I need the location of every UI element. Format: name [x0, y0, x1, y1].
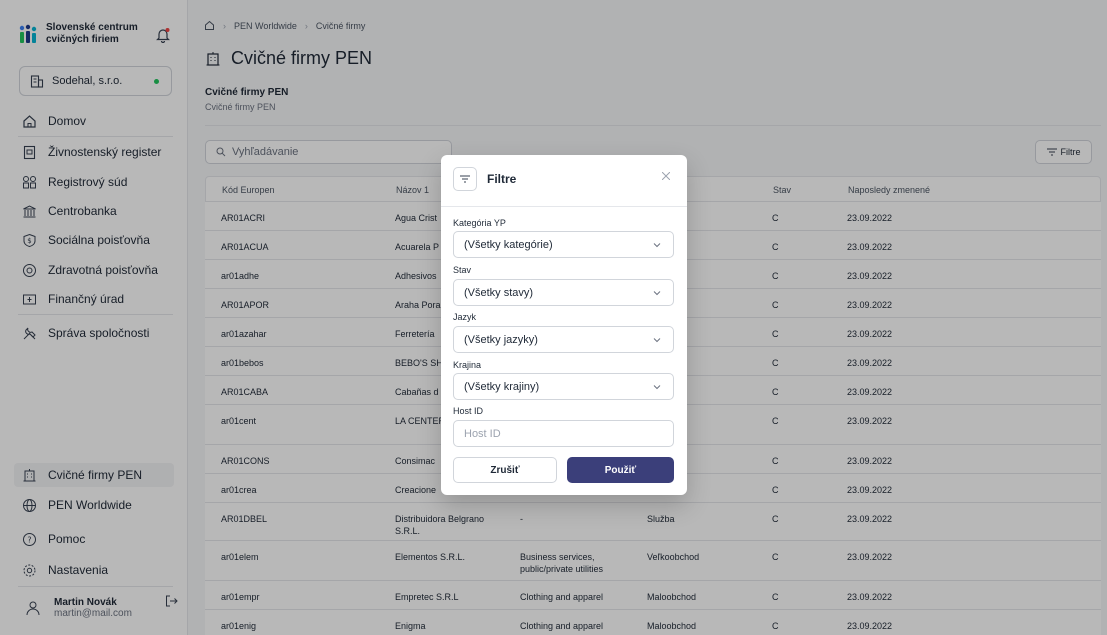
field-label-country: Krajina	[453, 360, 482, 370]
host-id-input[interactable]: Host ID	[453, 420, 674, 447]
status-select-value: (Všetky stavy)	[464, 286, 534, 299]
dialog-title: Filtre	[487, 172, 517, 186]
filter-dialog: Filtre Kategória YP (Všetky kategórie) S…	[441, 155, 687, 495]
dialog-header: Filtre	[453, 167, 516, 191]
close-icon[interactable]	[662, 172, 670, 180]
field-label-category: Kategória YP	[453, 218, 506, 228]
apply-button[interactable]: Použiť	[567, 457, 674, 483]
chevron-down-icon	[653, 338, 661, 343]
chevron-down-icon	[653, 243, 661, 248]
cancel-button[interactable]: Zrušiť	[453, 457, 557, 483]
status-select[interactable]: (Všetky stavy)	[453, 279, 674, 306]
field-label-host-id: Host ID	[453, 406, 484, 416]
filter-icon	[460, 175, 470, 183]
field-label-language: Jazyk	[453, 312, 477, 322]
category-select[interactable]: (Všetky kategórie)	[453, 231, 674, 258]
divider	[441, 206, 687, 207]
country-select[interactable]: (Všetky krajiny)	[453, 373, 674, 400]
chevron-down-icon	[653, 291, 661, 296]
category-select-value: (Všetky kategórie)	[464, 238, 553, 251]
host-id-placeholder: Host ID	[464, 427, 501, 440]
language-select-value: (Všetky jazyky)	[464, 333, 538, 346]
filter-icon-box	[453, 167, 477, 191]
chevron-down-icon	[653, 385, 661, 390]
language-select[interactable]: (Všetky jazyky)	[453, 326, 674, 353]
field-label-status: Stav	[453, 265, 472, 275]
country-select-value: (Všetky krajiny)	[464, 380, 540, 393]
